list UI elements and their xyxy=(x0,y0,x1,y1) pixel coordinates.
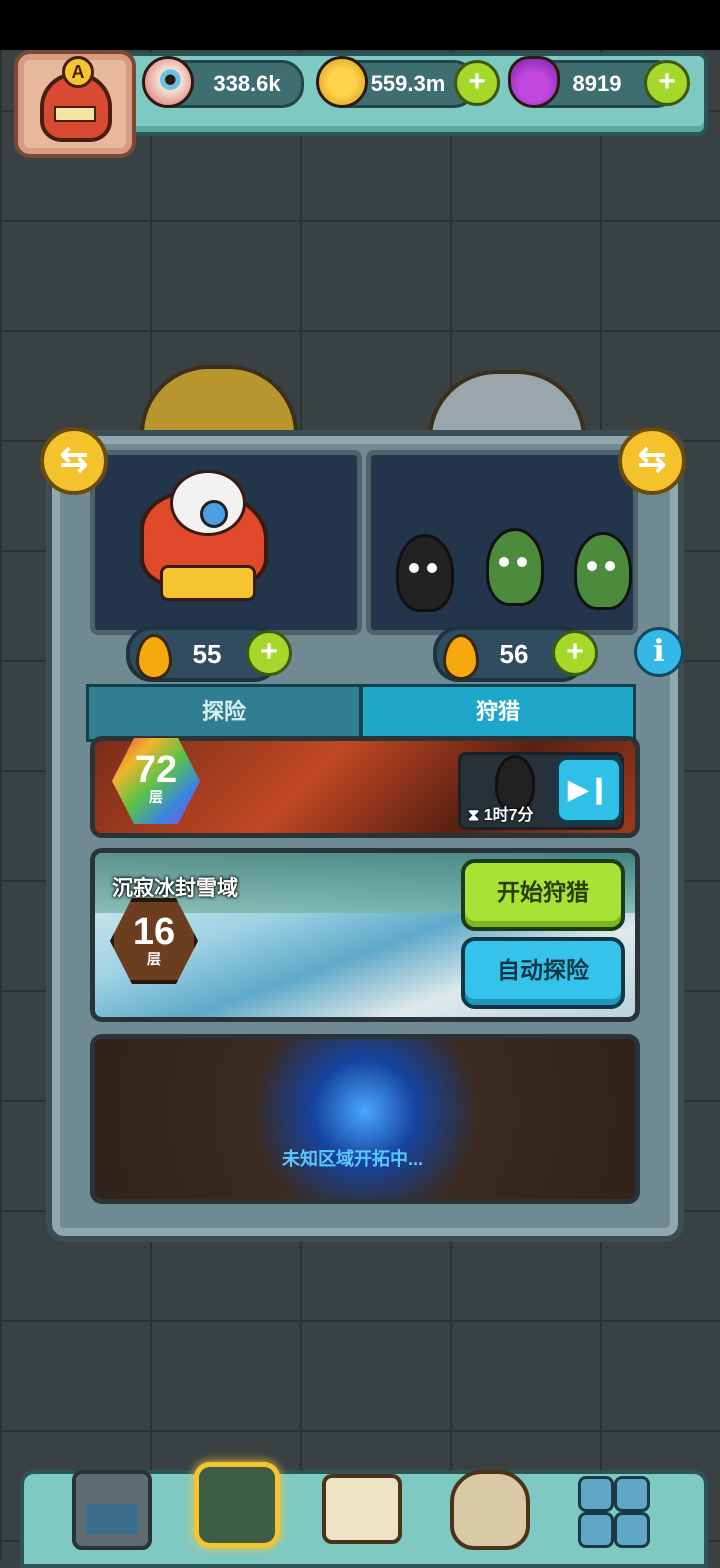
lion-dance-hero-icon xyxy=(130,470,270,610)
player-avatar[interactable]: A xyxy=(14,50,136,158)
rank-badge: A xyxy=(62,56,94,88)
book-icon xyxy=(322,1474,402,1544)
add-left-energy-button[interactable]: + xyxy=(246,630,292,676)
swap-left-team-button[interactable]: ⇆ xyxy=(40,427,108,495)
unknown-area-card xyxy=(90,1034,640,1204)
hero-archer-icon xyxy=(574,532,632,610)
auto-explore-button[interactable]: 自动探险 xyxy=(461,937,625,1009)
shop-icon xyxy=(72,1470,152,1550)
ice-dungeon-name: 沉寂冰封雪域 xyxy=(112,877,238,900)
ice-floor-unit: 层 xyxy=(147,951,161,967)
right-energy-value: 56 xyxy=(499,639,529,669)
nav-book[interactable] xyxy=(322,1474,402,1554)
battle-icon xyxy=(194,1462,280,1548)
ice-floor-number: 16 xyxy=(132,911,176,953)
potion-icon xyxy=(508,56,560,108)
add-coins-button[interactable]: + xyxy=(454,60,500,106)
skip-forward-button[interactable]: ▶❙ xyxy=(555,756,623,824)
nav-bag[interactable] xyxy=(450,1470,530,1550)
energy-drop-icon xyxy=(136,634,172,680)
nav-more[interactable] xyxy=(576,1474,656,1554)
left-energy-value: 55 xyxy=(192,639,222,669)
add-potion-button[interactable]: + xyxy=(644,60,690,106)
volcano-floor-unit: 层 xyxy=(149,789,163,805)
eyeball-icon xyxy=(142,56,194,108)
start-hunt-button[interactable]: 开始狩猎 xyxy=(461,859,625,931)
energy-drop-icon xyxy=(443,634,479,680)
hero-scout-icon xyxy=(396,534,454,612)
info-button[interactable]: i xyxy=(634,627,684,677)
volcano-floor-number: 72 xyxy=(134,749,178,791)
add-right-energy-button[interactable]: + xyxy=(552,630,598,676)
grid-menu-icon xyxy=(576,1474,656,1554)
coin-icon xyxy=(316,56,368,108)
hunt-timer-value: 1时7分 xyxy=(483,807,534,824)
unknown-area-label: 未知区域开拓中... xyxy=(282,1149,424,1169)
hero-shaman-icon xyxy=(486,528,544,606)
tab-hunt[interactable]: 狩猎 xyxy=(360,684,636,742)
status-bar xyxy=(0,0,720,50)
tab-explore[interactable]: 探险 xyxy=(86,684,362,742)
nav-battle[interactable] xyxy=(194,1462,280,1548)
coin-value: 559.3m xyxy=(370,71,446,96)
potion-value: 8919 xyxy=(572,71,622,96)
money-bag-icon xyxy=(450,1470,530,1550)
nav-shop[interactable] xyxy=(72,1470,152,1550)
hunt-timer: ⧗ 1时7分 xyxy=(468,807,534,824)
eyeball-value: 338.6k xyxy=(213,71,281,96)
swap-right-team-button[interactable]: ⇆ xyxy=(618,427,686,495)
